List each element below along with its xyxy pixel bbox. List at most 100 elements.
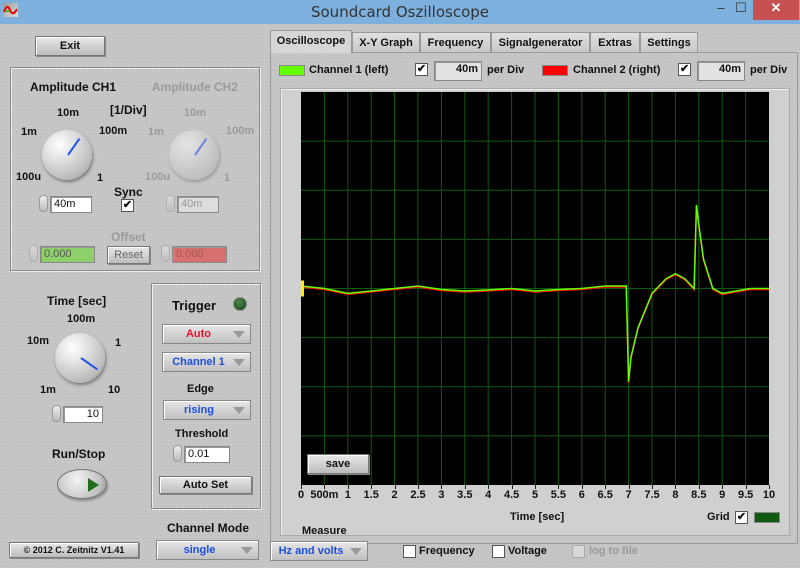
time-spinner[interactable] <box>52 405 61 422</box>
voltage-label: Voltage <box>508 545 547 557</box>
x-tick-mark <box>652 485 653 489</box>
x-tick-label: 8.5 <box>691 489 707 501</box>
amplitude-ch1-title: Amplitude CH1 <box>30 80 117 94</box>
x-tick-mark <box>605 485 607 489</box>
tab-extras[interactable]: Extras <box>590 32 640 52</box>
x-tick-mark <box>558 485 560 489</box>
amplitude-ch2-title: Amplitude CH2 <box>152 80 239 94</box>
threshold-spinner[interactable] <box>173 445 182 462</box>
ch2-scale-1: 1 <box>224 172 231 184</box>
x-tick-label: 9 <box>719 489 726 501</box>
ch1-per-div-value: 40m <box>434 61 482 81</box>
x-tick-label: 6 <box>578 489 585 501</box>
x-tick-mark <box>464 485 466 489</box>
threshold-input[interactable]: 0.01 <box>184 446 230 463</box>
x-tick-label: 2 <box>391 489 398 501</box>
x-tick-mark <box>511 485 513 489</box>
x-tick-label: 1 <box>344 489 351 501</box>
time-scale-1: 1 <box>115 337 122 349</box>
x-tick-mark <box>394 485 396 489</box>
channel-mode-label: Channel Mode <box>167 521 250 535</box>
tab-signalgenerator[interactable]: Signalgenerator <box>491 32 590 52</box>
x-tick-mark <box>535 485 536 489</box>
close-button[interactable]: ✕ <box>753 0 799 20</box>
x-tick-mark <box>441 485 443 489</box>
save-button[interactable]: save <box>307 454 369 474</box>
ch2-scale-100u: 100u <box>145 171 171 183</box>
ch1-scale-100m: 100m <box>99 125 128 137</box>
grid-checkbox[interactable]: ✔ <box>735 511 748 524</box>
ch1-scale-1m: 1m <box>21 126 37 138</box>
oscilloscope-plot[interactable] <box>301 92 769 485</box>
ch2-amplitude-input: 40m <box>177 196 219 213</box>
threshold-label: Threshold <box>175 428 229 440</box>
time-knob[interactable] <box>55 333 105 383</box>
exit-button[interactable]: Exit <box>35 36 105 56</box>
ch2-offset-input: 0.000 <box>172 246 227 263</box>
x-tick-label: 6.5 <box>597 489 613 501</box>
amplitude-ch1-knob[interactable] <box>42 130 92 180</box>
x-tick-label: 9.5 <box>737 489 754 501</box>
ch1-offset-input: 0.000 <box>40 246 95 263</box>
ch1-color-swatch[interactable] <box>279 65 305 76</box>
x-tick-label: 4.5 <box>503 489 520 501</box>
ch1-enable-checkbox[interactable]: ✔ <box>415 63 428 76</box>
offset-reset-button: Reset <box>107 246 150 264</box>
ch1-scale-1: 1 <box>97 172 104 184</box>
measure-mode-value: Hz and volts <box>278 545 344 557</box>
x-tick-label: 7.5 <box>644 489 660 501</box>
tab-frequency[interactable]: Frequency <box>420 32 491 52</box>
log-to-file-label: log to file <box>589 545 638 557</box>
grid-label: Grid <box>707 511 730 523</box>
ch1-amplitude-spinner[interactable] <box>39 195 48 212</box>
knob-needle <box>194 138 208 156</box>
x-tick-mark <box>371 485 373 489</box>
ch1-label: Channel 1 (left) <box>309 64 389 76</box>
trigger-marker <box>301 280 304 297</box>
copyright-button[interactable]: © 2012 C. Zeitnitz V1.41 <box>9 542 139 558</box>
ch2-offset-spinner <box>161 245 170 262</box>
ch2-scale-10m: 10m <box>184 107 207 119</box>
x-tick-mark <box>324 485 326 489</box>
tab-oscilloscope[interactable]: Oscilloscope <box>270 30 352 53</box>
maximize-button[interactable]: ☐ <box>733 0 749 20</box>
minimize-button[interactable]: – <box>713 0 729 20</box>
channel-mode-dropdown[interactable]: single <box>156 540 259 560</box>
x-tick-label: 500m <box>310 489 339 501</box>
measure-mode-dropdown[interactable]: Hz and volts <box>270 541 368 561</box>
edge-label: Edge <box>187 383 214 395</box>
chevron-down-icon <box>241 547 253 554</box>
amplitude-ch2-knob <box>169 130 219 180</box>
frequency-checkbox[interactable] <box>403 545 416 558</box>
trigger-mode-dropdown[interactable]: Auto <box>162 324 251 344</box>
tab-xy-graph[interactable]: X-Y Graph <box>352 32 420 52</box>
x-tick-label: 0 <box>297 489 305 501</box>
time-scale-10: 10 <box>108 384 121 396</box>
auto-set-button[interactable]: Auto Set <box>159 476 252 494</box>
grid-color-swatch[interactable] <box>754 512 780 523</box>
title-bar: Soundcard Oszilloscope – ☐ ✕ <box>0 0 800 24</box>
time-input[interactable]: 10 <box>63 406 103 423</box>
x-tick-label: 3 <box>438 489 445 501</box>
run-stop-button[interactable] <box>57 469 107 499</box>
trigger-led-icon <box>233 297 247 311</box>
voltage-checkbox[interactable] <box>492 545 505 558</box>
trigger-edge-dropdown[interactable]: rising <box>163 400 251 420</box>
ch1-offset-spinner <box>29 245 38 262</box>
x-tick-mark <box>301 485 302 489</box>
x-tick-label: 2.5 <box>410 489 426 501</box>
chevron-down-icon <box>233 407 245 414</box>
ch1-amplitude-input[interactable]: 40m <box>50 196 92 213</box>
x-tick-label: 10 <box>762 489 776 501</box>
time-scale-100m: 100m <box>67 313 96 325</box>
time-scale-10m: 10m <box>27 335 50 347</box>
ch2-color-swatch[interactable] <box>542 65 568 76</box>
tab-settings[interactable]: Settings <box>640 32 698 52</box>
trigger-source-dropdown[interactable]: Channel 1 <box>162 352 251 372</box>
ch2-enable-checkbox[interactable]: ✔ <box>678 63 691 76</box>
x-tick-mark <box>488 485 490 489</box>
log-to-file-checkbox <box>572 545 585 558</box>
sync-checkbox[interactable]: ✔ <box>121 199 134 212</box>
chevron-down-icon <box>233 359 245 366</box>
x-tick-label: 3.5 <box>457 489 473 501</box>
